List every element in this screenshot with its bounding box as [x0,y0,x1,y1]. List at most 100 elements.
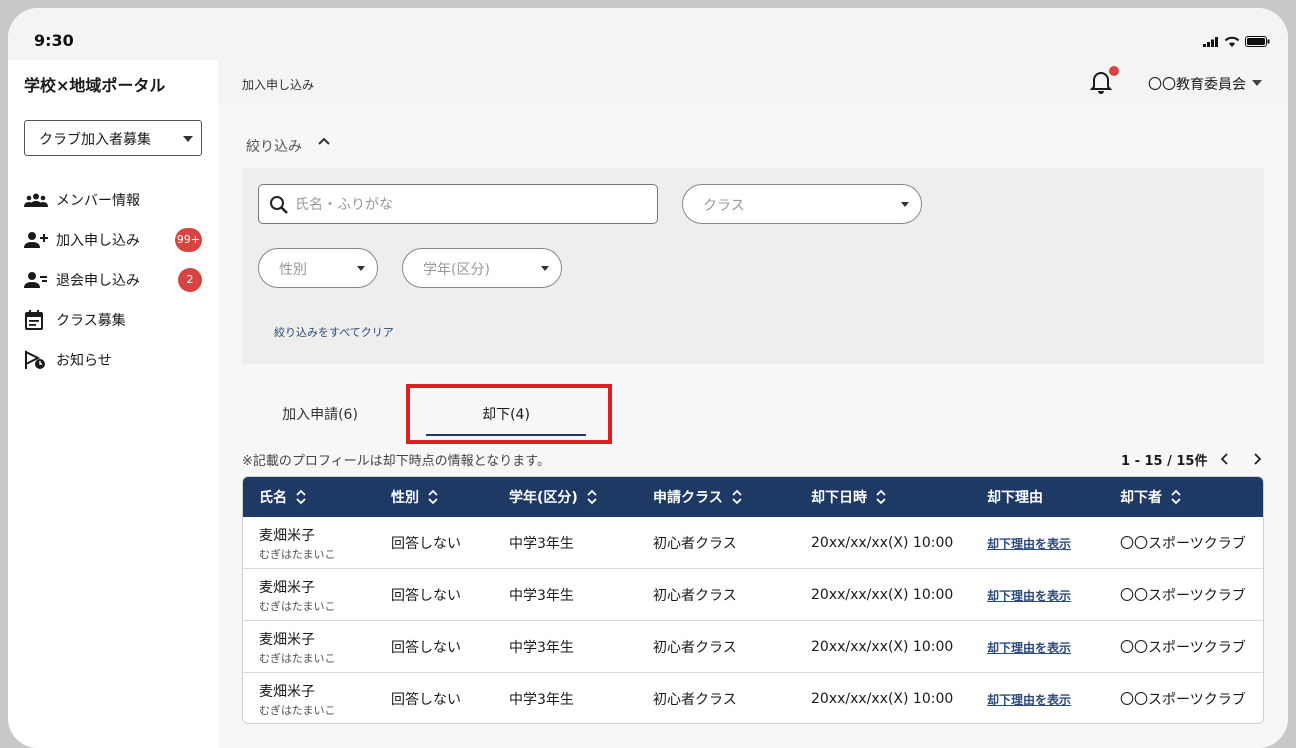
cell-rejected-by: 〇〇スポーツクラブ [1120,692,1246,708]
gender-select-placeholder: 性別 [279,262,307,278]
member-name: 麦畑米子 [259,579,315,596]
show-reason-link[interactable]: 却下理由を表示 [987,621,1071,673]
caret-down-icon [183,136,193,142]
sidebar-item-announcements[interactable]: お知らせ [24,340,204,380]
cell-rejected-by: 〇〇スポーツクラブ [1120,588,1246,604]
cell-gender: 回答しない [391,640,461,656]
clear-filters-link[interactable]: 絞り込みをすべてクリア [274,324,394,340]
show-reason-link[interactable]: 却下理由を表示 [987,569,1071,621]
pagination-text: 1 - 15 / 15件 [1121,454,1208,469]
member-kana: むぎはたまいこ [259,651,336,665]
column-header-class[interactable]: 申請クラス [653,477,743,517]
table-row: 麦畑米子 むぎはたまいこ 回答しない 中学3年生 初心者クラス 20xx/xx/… [243,569,1263,621]
cell-class: 初心者クラス [653,536,737,552]
sort-icon[interactable] [586,488,598,506]
chevron-up-icon[interactable] [316,134,332,154]
person-remove-icon [24,271,56,289]
cell-grade: 中学3年生 [509,536,574,552]
sidebar-item-class-recruitment[interactable]: クラス募集 [24,300,204,340]
sidebar-item-join-requests[interactable]: 加入申し込み 99+ [24,220,204,260]
sort-icon[interactable] [295,488,307,506]
grade-select[interactable]: 学年(区分) [402,248,562,288]
member-name: 麦畑米子 [259,527,315,544]
bell-icon[interactable] [1089,70,1113,98]
member-name: 麦畑米子 [259,631,315,648]
breadcrumb: 加入申し込み [242,78,315,92]
search-input[interactable] [295,194,645,216]
caret-down-icon [541,266,549,271]
sidebar: 学校×地域ポータル クラブ加入者募集 メンバー情報 加入申し込み 99+ 退会申… [8,60,218,748]
column-header-gender[interactable]: 性別 [391,477,439,517]
cell-gender: 回答しない [391,588,461,604]
calendar-icon [24,310,56,330]
caret-down-icon [901,202,909,207]
cell-grade: 中学3年生 [509,640,574,656]
highlight-box [406,384,612,444]
cell-gender: 回答しない [391,536,461,552]
sort-icon[interactable] [427,488,439,506]
sidebar-item-label: お知らせ [56,353,112,369]
status-bar: 9:30 [8,8,1288,60]
sidebar-item-members[interactable]: メンバー情報 [24,180,204,220]
chevron-right-icon[interactable] [1250,451,1264,471]
show-reason-link[interactable]: 却下理由を表示 [987,517,1071,569]
search-icon [269,195,289,219]
class-select[interactable]: クラス [682,184,922,224]
cell-name: 麦畑米子 むぎはたまいこ [259,569,335,621]
column-header-label: 却下理由 [987,490,1043,506]
wifi-icon [1224,36,1240,47]
column-header-label: 氏名 [259,490,287,506]
app-title: 学校×地域ポータル [24,76,166,95]
notification-dot [1109,66,1119,76]
filter-panel: クラス 性別 学年(区分) 絞り込みをすべてクリア [242,168,1264,364]
cell-gender: 回答しない [391,692,461,708]
profile-note: ※記載のプロフィールは却下時点の情報となります。 [242,454,550,469]
cell-rejected-by: 〇〇スポーツクラブ [1120,536,1246,552]
column-header-grade[interactable]: 学年(区分) [509,477,598,517]
cell-date: 20xx/xx/xx(X) 10:00 [811,535,954,551]
filter-heading[interactable]: 絞り込み [246,136,302,156]
member-kana: むぎはたまいこ [259,599,336,613]
class-select-placeholder: クラス [703,198,745,214]
show-reason-link[interactable]: 却下理由を表示 [987,673,1071,723]
member-kana: むぎはたまいこ [259,547,336,561]
cell-grade: 中学3年生 [509,692,574,708]
sort-icon[interactable] [1170,488,1182,506]
tab-join-applications[interactable]: 加入申請(6) [262,396,378,436]
gender-select[interactable]: 性別 [258,248,378,288]
search-field[interactable] [258,184,658,224]
cell-class: 初心者クラス [653,640,737,656]
sort-icon[interactable] [731,488,743,506]
battery-icon [1245,36,1270,47]
chevron-left-icon[interactable] [1218,451,1232,471]
column-header-label: 申請クラス [653,490,723,506]
cell-name: 麦畑米子 むぎはたまいこ [259,621,335,673]
column-header-label: 却下日時 [811,490,867,506]
cell-class: 初心者クラス [653,692,737,708]
organization-menu[interactable]: 〇〇教育委員会 [1148,74,1246,94]
sidebar-item-withdraw-requests[interactable]: 退会申し込み 2 [24,260,204,300]
column-header-name[interactable]: 氏名 [259,477,307,517]
top-bar: 加入申し込み 〇〇教育委員会 [218,60,1288,104]
sidebar-nav: メンバー情報 加入申し込み 99+ 退会申し込み 2 クラス募集 お知らせ [24,180,204,380]
column-header-rejected-by[interactable]: 却下者 [1120,477,1182,517]
cell-name: 麦畑米子 むぎはたまいこ [259,517,335,569]
notification-badge: 99+ [174,228,202,252]
system-icons [1203,36,1270,47]
cell-rejected-by: 〇〇スポーツクラブ [1120,640,1246,656]
caret-down-icon [357,266,365,271]
sort-icon[interactable] [875,488,887,506]
column-header-label: 学年(区分) [509,490,578,506]
member-name: 麦畑米子 [259,683,315,700]
person-add-icon [24,231,56,249]
sidebar-item-label: クラス募集 [56,313,126,329]
cell-date: 20xx/xx/xx(X) 10:00 [811,587,954,603]
announcement-icon [24,350,56,370]
rejected-table: 氏名 性別 学年(区分) 申請クラス 却下日時 却下理由 却下者 麦畑米子 むぎ… [242,476,1264,724]
table-row: 麦畑米子 むぎはたまいこ 回答しない 中学3年生 初心者クラス 20xx/xx/… [243,673,1263,723]
caret-down-icon [1252,80,1262,86]
column-header-date[interactable]: 却下日時 [811,477,887,517]
group-icon [24,192,56,208]
club-select[interactable]: クラブ加入者募集 [24,120,202,156]
sidebar-item-label: 退会申し込み [56,273,140,289]
